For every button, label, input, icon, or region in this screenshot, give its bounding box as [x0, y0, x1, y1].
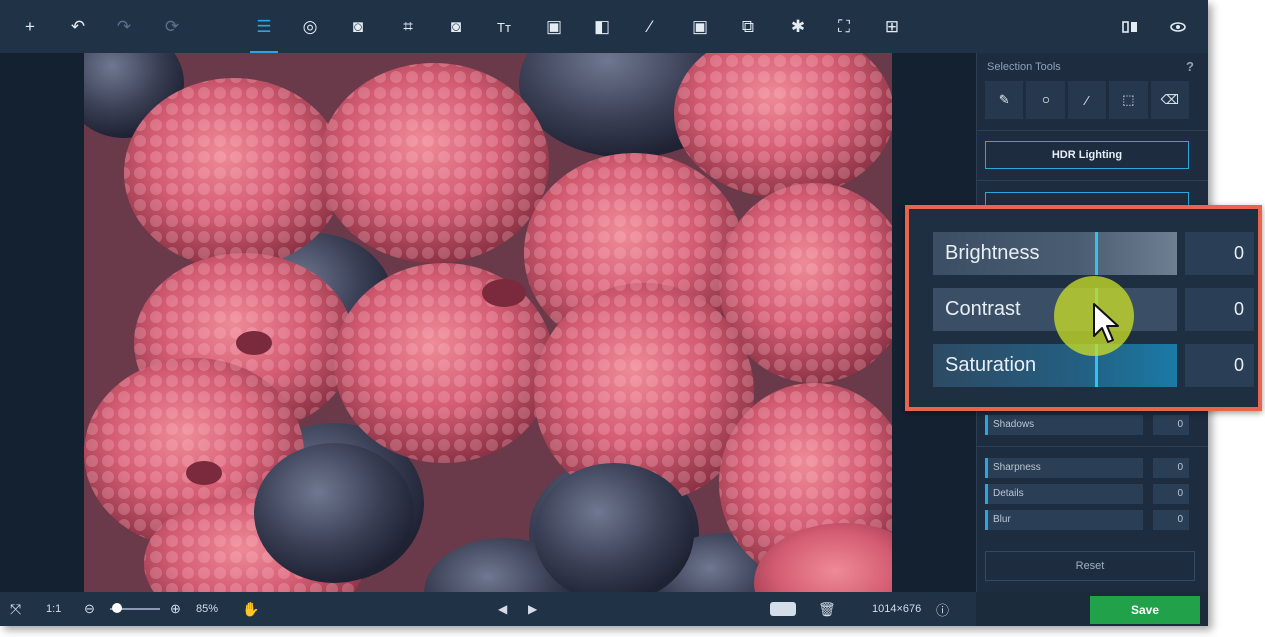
vignette-icon[interactable]: ◧ — [590, 15, 614, 39]
brightness-row[interactable]: Brightness 0 — [933, 232, 1254, 275]
blur-slider[interactable]: Blur — [985, 510, 1143, 530]
zoom-out-icon[interactable]: ⊖ — [84, 601, 95, 617]
selection-tools-title: Selection Tools — [987, 61, 1061, 73]
actual-size-button[interactable]: 1:1 — [46, 601, 61, 617]
brightness-marker[interactable] — [1095, 232, 1098, 275]
undo-icon[interactable]: ↶ — [66, 15, 90, 39]
text-icon[interactable]: Tт — [492, 15, 516, 39]
details-slider[interactable]: Details — [985, 484, 1143, 504]
details-row[interactable]: Details 0 — [985, 484, 1189, 504]
brightness-slider[interactable]: Brightness — [933, 232, 1177, 275]
shadows-row[interactable]: Shadows 0 — [985, 415, 1189, 435]
image-browser-icon[interactable] — [770, 602, 796, 616]
clone-icon[interactable]: ⧉ — [736, 15, 760, 39]
save-button[interactable]: Save — [1090, 596, 1200, 624]
frame-icon[interactable]: ▣ — [542, 15, 566, 39]
eye-icon[interactable] — [1166, 15, 1190, 39]
contrast-label: Contrast — [945, 298, 1021, 320]
eraser-icon[interactable]: ⌫ — [1150, 81, 1190, 119]
brightness-value[interactable]: 0 — [1185, 232, 1254, 275]
revert-icon[interactable]: ⟳ — [160, 15, 184, 39]
saturation-value[interactable]: 0 — [1185, 344, 1254, 387]
sharpness-slider[interactable]: Sharpness — [985, 458, 1143, 478]
add-icon[interactable]: + — [18, 15, 42, 39]
sharpness-value[interactable]: 0 — [1153, 458, 1189, 478]
lasso-icon[interactable]: ဝ — [1026, 81, 1065, 119]
image-icon[interactable]: ▣ — [688, 15, 712, 39]
magic-wand-icon[interactable]: ⁄ — [638, 15, 662, 39]
filters-icon[interactable]: ◎ — [298, 15, 322, 39]
saturation-slider[interactable]: Saturation — [933, 344, 1177, 387]
eye-icon-svg — [1170, 22, 1186, 32]
selection-tools: ✎ ဝ ⁄ ⬚ ⌫ — [985, 81, 1190, 119]
fullscreen-icon[interactable]: ⛶ — [832, 15, 856, 39]
brightness-label: Brightness — [945, 242, 1040, 264]
blur-value[interactable]: 0 — [1153, 510, 1189, 530]
image-dimensions: 1014×676 — [872, 603, 922, 615]
top-toolbar: + ↶ ↷ ⟳ ☰ ◎ ◙ ⌗ ◙ Tт ▣ ◧ ⁄ ▣ ⧉ ✱ ⛶ ⊞ — [0, 0, 1208, 53]
compare-icon-svg — [1122, 21, 1137, 33]
zoom-level: 85% — [196, 603, 219, 615]
reset-button[interactable]: Reset — [985, 551, 1195, 581]
raspberry-photo — [84, 53, 892, 592]
shadows-slider[interactable]: Shadows — [985, 415, 1143, 435]
fit-screen-icon[interactable]: ⤧ — [10, 601, 21, 617]
rotate-icon[interactable]: ◙ — [444, 15, 468, 39]
compare-icon[interactable] — [1118, 15, 1142, 39]
redo-icon[interactable]: ↷ — [112, 15, 136, 39]
saturation-label: Saturation — [945, 354, 1037, 376]
hdr-lighting-button[interactable]: HDR Lighting — [985, 141, 1189, 169]
zoom-in-icon[interactable]: ⊕ — [170, 601, 181, 617]
blur-row[interactable]: Blur 0 — [985, 510, 1189, 530]
brush-icon[interactable]: ✎ — [985, 81, 1024, 119]
hand-tool-icon[interactable]: ✋ — [242, 601, 259, 617]
previous-image-icon[interactable]: ◀ — [498, 601, 507, 617]
shadows-value[interactable]: 0 — [1153, 415, 1189, 435]
panel-divider — [976, 180, 1208, 181]
info-icon[interactable]: ⓘ — [936, 601, 949, 618]
next-image-icon[interactable]: ▶ — [528, 601, 537, 617]
help-icon[interactable]: ? — [1186, 59, 1194, 74]
mouse-cursor-icon — [1093, 303, 1119, 343]
sharpness-row[interactable]: Sharpness 0 — [985, 458, 1189, 478]
enhance-icon[interactable]: ◙ — [346, 15, 370, 39]
adjust-icon[interactable]: ☰ — [250, 15, 278, 53]
canvas-area[interactable] — [0, 53, 976, 592]
layout-icon[interactable]: ⊞ — [880, 15, 904, 39]
crop-icon[interactable]: ⌗ — [396, 15, 420, 39]
contrast-value[interactable]: 0 — [1185, 288, 1254, 331]
bottom-toolbar: ⤧ 1:1 ⊖ ⊕ 85% ✋ ◀ ▶ 🗑 1014×676 ⓘ — [0, 592, 976, 626]
photo-illustration — [84, 53, 892, 592]
rect-select-icon[interactable]: ⬚ — [1109, 81, 1148, 119]
delete-icon[interactable]: 🗑 — [818, 601, 836, 617]
zoom-slider-handle[interactable] — [112, 603, 122, 613]
pin-icon[interactable]: ✱ — [786, 15, 810, 39]
details-value[interactable]: 0 — [1153, 484, 1189, 504]
panel-divider — [976, 130, 1208, 131]
panel-divider — [976, 446, 1208, 447]
magic-wand-select-icon[interactable]: ⁄ — [1067, 81, 1107, 119]
